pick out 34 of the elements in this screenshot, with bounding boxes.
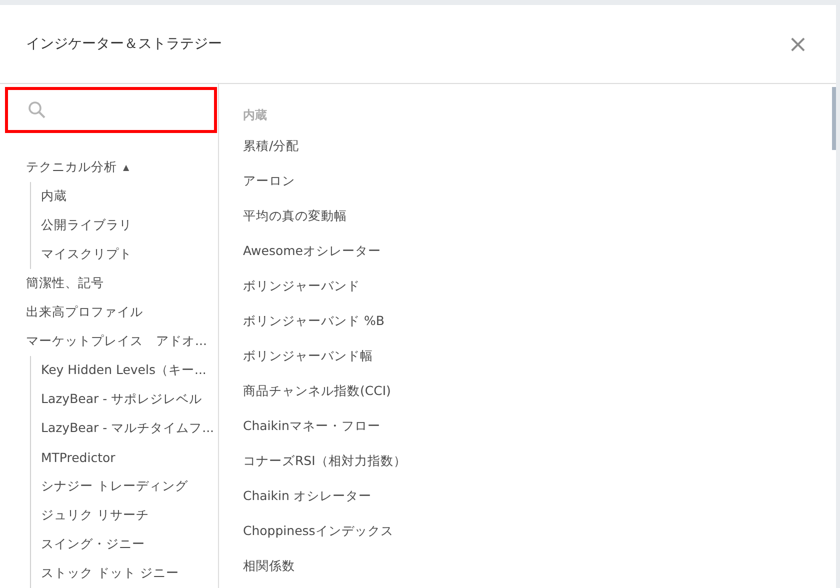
dialog-title: インジケーター＆ストラテジー [26, 35, 222, 53]
subcategory-item[interactable]: マイスクリプト [41, 246, 132, 263]
category-item[interactable]: テクニカル分析 [26, 159, 117, 176]
subcategory-item[interactable]: スイング・ジニー [41, 536, 145, 553]
subcategory-item[interactable]: ストック ドット ジニー [41, 565, 179, 582]
subcategory-item[interactable]: MTPredictor [41, 450, 116, 465]
section-heading: 内蔵 [243, 108, 267, 122]
indicator-item[interactable]: アーロン [243, 173, 295, 190]
subcategory-item[interactable]: シナジー トレーディング [41, 478, 188, 495]
search-field[interactable] [5, 87, 217, 133]
indicator-item[interactable]: Chaikin オシレーター [243, 488, 372, 505]
category-item[interactable]: 出来高プロファイル [26, 304, 143, 321]
indicator-item[interactable]: ボリンジャーバンド [243, 278, 360, 295]
indicator-item[interactable]: Awesomeオシレーター [243, 243, 381, 260]
search-icon [28, 101, 46, 119]
indicator-item[interactable]: 相関係数 [243, 558, 295, 575]
indicator-item[interactable]: 商品チャンネル指数(CCI) [243, 383, 391, 400]
scrollbar-thumb[interactable] [832, 87, 836, 150]
indicator-item[interactable]: ボリンジャーバンド %B [243, 313, 384, 330]
subcategory-item[interactable]: ジュリク リサーチ [41, 507, 149, 524]
subcategory-item[interactable]: LazyBear - マルチタイムフ... [41, 420, 214, 437]
category-item[interactable]: マーケットプレイス アドオ... [26, 333, 207, 350]
indicator-item[interactable]: 平均の真の変動幅 [243, 208, 347, 225]
indicator-item[interactable]: ボリンジャーバンド幅 [243, 348, 373, 365]
indicator-item[interactable]: コナーズRSI（相対力指数） [243, 453, 406, 470]
subcategory-item[interactable]: Key Hidden Levels（キー... [41, 362, 206, 379]
subcategory-item[interactable]: 公開ライブラリ [41, 217, 132, 234]
subcategory-item[interactable]: 内蔵 [41, 188, 67, 205]
indicator-item[interactable]: Choppinessインデックス [243, 523, 394, 540]
category-item[interactable]: 簡潔性、記号 [26, 275, 104, 292]
indicator-item[interactable]: 累積/分配 [243, 138, 300, 155]
collapse-arrow-icon[interactable]: ▲ [123, 163, 130, 172]
subcategory-item[interactable]: LazyBear - サポレジレベル [41, 391, 202, 408]
indicator-item[interactable]: Chaikinマネー・フロー [243, 418, 380, 435]
